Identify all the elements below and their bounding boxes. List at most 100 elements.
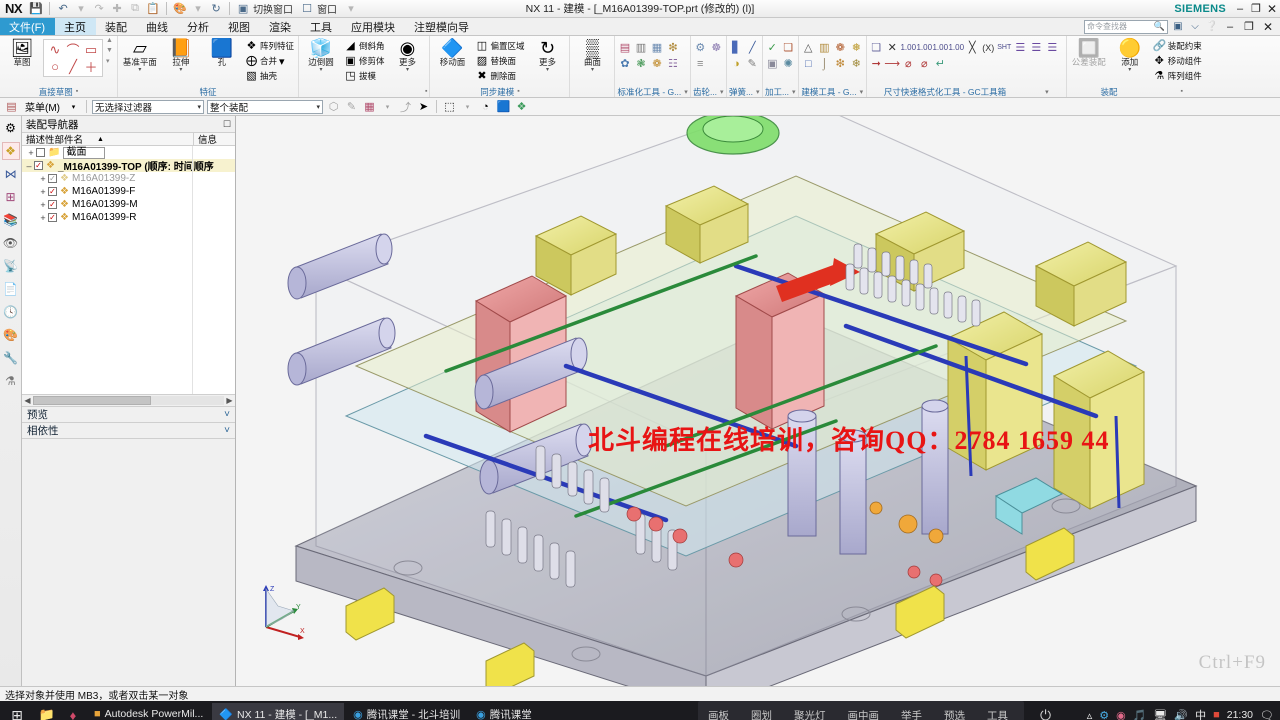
dim-chamfer-icon[interactable]: ➞ xyxy=(869,56,884,71)
sound-manager-icon[interactable]: 🎵 xyxy=(1133,709,1147,720)
add-component-button[interactable]: 🟡 添加 ▾ xyxy=(1110,37,1150,73)
restore-button[interactable]: ❐ xyxy=(1248,1,1264,17)
tab-assembly[interactable]: 装配 xyxy=(96,18,137,35)
rectangle-icon[interactable]: ▭ xyxy=(82,41,100,58)
preview-panel-header[interactable]: 预览 ˅ xyxy=(22,406,235,423)
volume-icon[interactable]: 🔊 xyxy=(1174,709,1188,720)
modeling-misc-icon[interactable]: ❄ xyxy=(849,56,864,71)
modeling-table-icon[interactable]: ▥ xyxy=(817,40,832,55)
navigator-horizontal-scrollbar[interactable]: ◀ ▶ xyxy=(22,394,235,407)
triangle-icon[interactable]: △ xyxy=(801,40,816,55)
standard-list-icon[interactable]: ▥ xyxy=(633,40,648,55)
switch-window-label[interactable]: 切换窗口 xyxy=(253,1,297,16)
pattern-feature-button[interactable]: ❖ 阵列特征 xyxy=(243,39,296,53)
overlay-tool-preview[interactable]: 预选 xyxy=(944,708,965,720)
sketch-button[interactable]: 🖼 草图 xyxy=(2,37,42,67)
dim-align1-icon[interactable]: ☰ xyxy=(1013,40,1028,55)
standard-part-icon[interactable]: ▤ xyxy=(617,40,632,55)
view-manager-icon[interactable]: 👁 xyxy=(2,234,20,252)
dialog-launcher-icon[interactable]: ▾ xyxy=(756,88,760,96)
select-feature-icon[interactable]: ▦ xyxy=(362,99,377,114)
replace-face-button[interactable]: ▨ 替换面 xyxy=(473,54,526,68)
hole-button[interactable]: 🟦 孔 xyxy=(202,37,242,67)
dim-tol1-icon[interactable]: 1.00 xyxy=(900,40,916,55)
chevron-down-icon[interactable]: ▾ xyxy=(319,67,322,73)
assembly-navigator-icon[interactable]: ❖ xyxy=(1,142,20,160)
expander-icon[interactable]: + xyxy=(38,200,48,210)
search-icon[interactable]: 🔍 xyxy=(1154,21,1165,32)
machining-body-icon[interactable]: ▣ xyxy=(765,56,780,71)
profile-icon[interactable]: ∿ xyxy=(46,41,64,58)
clock[interactable]: 21:30 xyxy=(1227,709,1253,720)
move-face-button[interactable]: 🔷 移动面 xyxy=(432,37,472,67)
history-settings-icon[interactable]: ⚙ xyxy=(2,119,20,137)
undo-dropdown-icon[interactable]: ▾ xyxy=(73,1,89,16)
check-geometry-icon[interactable]: ✓ xyxy=(765,40,780,55)
taskbar-item-tencent-classroom[interactable]: ◉ 腾讯课堂 xyxy=(469,703,539,720)
tab-tools[interactable]: 工具 xyxy=(301,18,342,35)
synchronous-more-button[interactable]: ↻ 更多 ▾ xyxy=(527,37,567,73)
taskbar-item-nx[interactable]: 🔷 NX 11 - 建模 - [_M1... xyxy=(212,703,345,720)
chevron-down-icon[interactable]: ▾ xyxy=(179,67,182,73)
assembly-tree[interactable]: + 📁 截面 – ✓ ❖ _M16A01399-TOP (顺序: 时间顺序 + … xyxy=(22,146,235,395)
spring-disc-icon[interactable]: ◑ xyxy=(729,56,744,71)
dialog-launcher-icon[interactable]: ▪ xyxy=(425,88,427,95)
expander-icon[interactable]: – xyxy=(24,161,34,171)
menu-button[interactable]: 菜单(M) xyxy=(22,99,63,114)
security-tray-icon[interactable]: ◉ xyxy=(1116,709,1126,720)
overlay-tool-whiteboard[interactable]: 画板 xyxy=(708,708,729,720)
tab-view[interactable]: 视图 xyxy=(219,18,260,35)
arc-icon[interactable]: ⌒ xyxy=(64,41,82,58)
sort-ascending-icon[interactable]: ▲ xyxy=(97,136,104,143)
chevron-down-icon[interactable]: ▾ xyxy=(193,103,201,111)
tree-row-component-f[interactable]: + ✓ ❖ M16A01399-F xyxy=(22,185,235,198)
select-edge-icon[interactable]: ✎ xyxy=(344,99,359,114)
dim-diameter2-icon[interactable]: ⌀ xyxy=(917,56,932,71)
pin-icon[interactable]: ☐ xyxy=(223,119,231,130)
dependencies-panel-header[interactable]: 相依性 ˅ xyxy=(22,422,235,439)
ime-icon[interactable]: 中 xyxy=(1195,707,1206,720)
datum-plane-button[interactable]: ▱ 基准平面 ▾ xyxy=(120,37,160,73)
checkbox[interactable]: ✓ xyxy=(48,187,57,196)
palette-icon[interactable]: 🎨 xyxy=(2,326,20,344)
tree-row-top-assembly[interactable]: – ✓ ❖ _M16A01399-TOP (顺序: 时间顺序 xyxy=(22,159,235,173)
sogou-icon[interactable]: ■ xyxy=(1213,709,1220,720)
chevron-down-icon[interactable]: ˅ xyxy=(224,409,230,420)
standard-lib-icon[interactable]: ☷ xyxy=(665,56,680,71)
scroll-track[interactable] xyxy=(33,395,224,405)
ribbon-close-button[interactable]: ✕ xyxy=(1260,19,1276,35)
checkbox[interactable]: ✓ xyxy=(34,161,43,170)
dialog-launcher-icon[interactable]: ▾ xyxy=(684,88,688,96)
render-style-icon[interactable]: 🟦 xyxy=(496,99,511,114)
chevron-down-icon[interactable]: ▾ xyxy=(312,103,320,111)
notifications-icon[interactable]: 🗨 xyxy=(1260,709,1274,720)
dim-style-icon[interactable]: ❑ xyxy=(869,40,884,55)
spring-edit-icon[interactable]: ✎ xyxy=(745,56,760,71)
chevron-up-icon[interactable]: ⌵ xyxy=(1188,20,1202,34)
dim-boxed-x-icon[interactable]: ╳ xyxy=(965,40,980,55)
standard-bom-icon[interactable]: ▦ xyxy=(649,40,664,55)
command-finder[interactable]: 命令查找器 🔍 xyxy=(1084,19,1168,34)
part-navigator-icon[interactable]: ⊞ xyxy=(2,188,20,206)
edge-blend-button[interactable]: 🧊 边倒圆 ▾ xyxy=(301,37,341,73)
dialog-launcher-icon[interactable]: ▾ xyxy=(720,88,724,96)
redo-icon[interactable]: ↷ xyxy=(91,1,107,16)
mold-assembly-model[interactable] xyxy=(236,116,1280,686)
dim-align2-icon[interactable]: ☰ xyxy=(1029,40,1044,55)
select-feature-chevron-icon[interactable]: ▾ xyxy=(380,99,395,114)
expander-icon[interactable]: + xyxy=(38,174,48,184)
tab-file[interactable]: 文件(F) xyxy=(0,18,56,35)
dialog-launcher-icon[interactable]: ▾ xyxy=(860,88,864,96)
modeling-measure-icon[interactable]: ⌡ xyxy=(817,56,832,71)
recent-icon[interactable]: 🕓 xyxy=(2,303,20,321)
dim-paren-x-icon[interactable]: (X) xyxy=(981,40,996,55)
chevron-down-icon[interactable]: ▾ xyxy=(546,67,549,73)
chevron-down-icon[interactable]: ˅ xyxy=(224,425,230,436)
network-icon[interactable]: 🖥 xyxy=(1153,709,1167,720)
checkbox[interactable]: ✓ xyxy=(48,200,57,209)
machining-tool-icon[interactable]: ❏ xyxy=(781,40,796,55)
chevron-down-icon[interactable]: ▾ xyxy=(406,67,409,73)
shaded-icon[interactable]: ◔ xyxy=(478,99,493,114)
assembly-constraint-button[interactable]: 🔗 装配约束 xyxy=(1151,39,1204,53)
web-browser-icon[interactable]: 📡 xyxy=(2,257,20,275)
